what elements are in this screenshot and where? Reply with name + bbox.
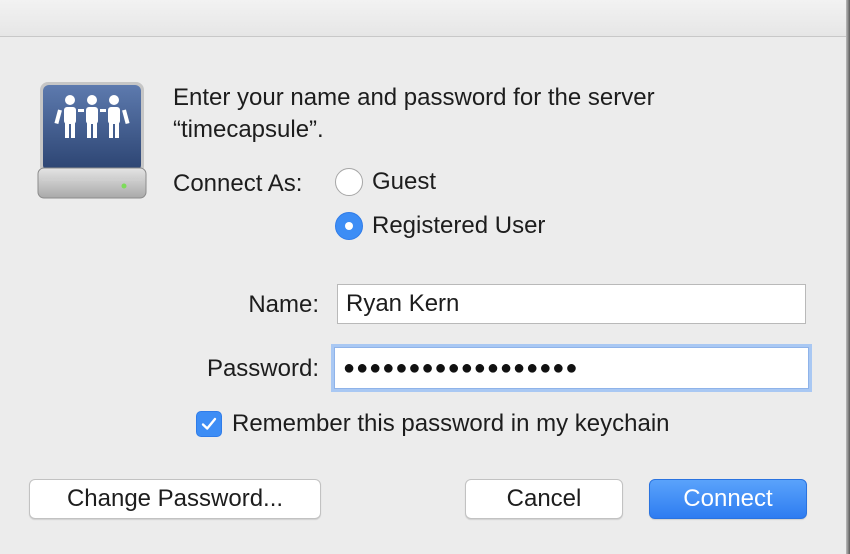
remember-password-checkbox-row[interactable]: Remember this password in my keychain	[196, 410, 670, 438]
network-server-icon	[36, 80, 148, 202]
remember-password-label: Remember this password in my keychain	[232, 410, 670, 437]
radio-guest[interactable]: Guest	[335, 168, 436, 196]
radio-guest-label: Guest	[372, 168, 437, 195]
radio-registered-user-button[interactable]	[335, 212, 363, 240]
server-message: Enter your name and password for the ser…	[173, 82, 773, 146]
cancel-button[interactable]: Cancel	[465, 479, 623, 519]
connect-button[interactable]: Connect	[649, 479, 807, 519]
title-bar	[0, 0, 850, 37]
name-label: Name:	[248, 291, 319, 318]
remember-password-checkbox[interactable]	[196, 411, 222, 437]
change-password-button[interactable]: Change Password...	[29, 479, 321, 519]
checkmark-icon	[201, 417, 217, 430]
radio-registered-user-label: Registered User	[372, 212, 546, 239]
radio-registered-user[interactable]: Registered User	[335, 212, 545, 240]
password-label: Password:	[206, 355, 319, 382]
password-field[interactable]: ●●●●●●●●●●●●●●●●●●	[334, 347, 809, 389]
name-field-value: Ryan Kern	[346, 290, 460, 317]
message-line-2: “timecapsule”.	[173, 116, 324, 143]
message-line-1: Enter your name and password for the ser…	[173, 84, 655, 111]
name-field[interactable]: Ryan Kern	[337, 284, 806, 324]
radio-guest-button[interactable]	[335, 168, 363, 196]
password-field-value: ●●●●●●●●●●●●●●●●●●	[343, 356, 579, 379]
connect-as-label: Connect As:	[173, 170, 303, 197]
connect-dialog: Enter your name and password for the ser…	[0, 0, 850, 554]
window-edge	[846, 0, 850, 554]
